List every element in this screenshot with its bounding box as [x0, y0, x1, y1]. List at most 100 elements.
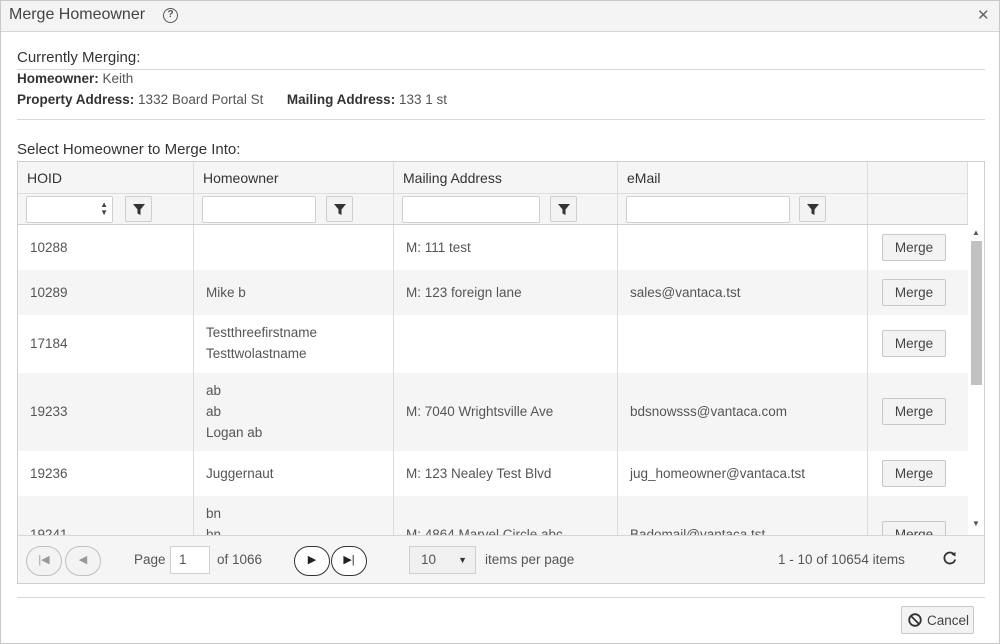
previous-page-button[interactable]: ◀ [65, 546, 101, 576]
merge-homeowner-dialog: Merge Homeowner ? ✕ Currently Merging: H… [0, 0, 1000, 644]
hoid-value: 10288 [30, 240, 68, 255]
scroll-up-icon[interactable]: ▲ [972, 228, 980, 237]
merge-button[interactable]: Merge [882, 521, 946, 535]
dropdown-caret-icon: ▼ [458, 555, 467, 565]
hoid-value: 19236 [30, 466, 68, 481]
filter-button[interactable] [550, 196, 577, 222]
column-header-hoid[interactable]: HOID [18, 162, 194, 193]
merge-button[interactable]: Merge [882, 330, 946, 357]
hoid-value: 19233 [30, 404, 68, 419]
homeowner-grid: HOID Homeowner Mailing Address eMail ▲▼ [17, 161, 985, 584]
table-row: 10289 Mike b M: 123 foreign lane sales@v… [18, 270, 968, 315]
first-page-button[interactable]: |◀ [26, 546, 62, 576]
hoid-value: 19241 [30, 527, 68, 535]
vertical-scrollbar[interactable]: ▲ ▼ [968, 225, 984, 535]
merge-button[interactable]: Merge [882, 460, 946, 487]
page-number-input[interactable]: 1 [170, 546, 210, 574]
hoid-cell: 19236 [18, 451, 194, 496]
table-row: 19233 ab ab Logan ab M: 7040 Wrightsvill… [18, 373, 968, 451]
column-header-mailing-address[interactable]: Mailing Address [394, 162, 618, 193]
merge-button[interactable]: Merge [882, 234, 946, 261]
email-cell: sales@vantaca.tst [618, 270, 868, 315]
filter-cell-actions [868, 194, 968, 224]
currently-merging-heading: Currently Merging: [17, 49, 141, 66]
mailing-cell: M: 7040 Wrightsville Ave [394, 373, 618, 451]
scrollbar-thumb[interactable] [971, 241, 982, 385]
divider [17, 597, 985, 598]
homeowner-cell: bn bn [194, 496, 394, 535]
question-circle-icon[interactable]: ? [163, 8, 178, 23]
homeowner-value: ab [206, 404, 222, 419]
table-row: 10288 M: 111 test Merge [18, 225, 968, 270]
page-size-select[interactable]: 10 ▼ [409, 546, 476, 574]
action-cell: Merge [868, 225, 968, 270]
cancel-label: Cancel [927, 613, 970, 628]
mailing-cell: M: 123 foreign lane [394, 270, 618, 315]
homeowner-value: Juggernaut [206, 466, 274, 481]
scroll-down-icon[interactable]: ▼ [972, 519, 980, 528]
action-cell: Merge [868, 270, 968, 315]
last-page-icon: ▶| [343, 554, 355, 566]
homeowner-value: Keith [102, 71, 134, 86]
page-count: of 1066 [217, 552, 263, 567]
mailing-cell: M: 111 test [394, 225, 618, 270]
hoid-value: 10289 [30, 285, 68, 300]
email-filter-input[interactable] [626, 196, 790, 223]
mailing-address-filter-input[interactable] [402, 196, 540, 223]
filter-icon [334, 204, 346, 215]
cancel-button[interactable]: Cancel [901, 606, 974, 634]
merge-button[interactable]: Merge [882, 398, 946, 425]
homeowner-value: Testtwolastname [206, 346, 307, 361]
property-address-value: 1332 Board Portal St [138, 92, 264, 107]
homeowner-value: Testthreefirstname [206, 325, 318, 340]
page-size-value: 10 [421, 552, 437, 567]
email-value: Badomail@vantaca.tst [630, 527, 766, 535]
grid-header: HOID Homeowner Mailing Address eMail [18, 162, 968, 194]
select-homeowner-heading: Select Homeowner to Merge Into: [17, 141, 241, 158]
filter-button[interactable] [326, 196, 353, 222]
column-header-email[interactable]: eMail [618, 162, 868, 193]
table-row: 19236 Juggernaut M: 123 Nealey Test Blvd… [18, 451, 968, 496]
mailing-value: M: 123 foreign lane [406, 285, 522, 300]
mailing-cell [394, 315, 618, 373]
mailing-value: M: 7040 Wrightsville Ave [406, 404, 554, 419]
homeowner-cell: Testthreefirstname Testtwolastname [194, 315, 394, 373]
property-address-label: Property Address: [17, 92, 135, 107]
numeric-spinner-icon[interactable]: ▲ ▼ [100, 201, 108, 217]
homeowner-filter-input[interactable] [202, 196, 316, 223]
homeowner-cell: Juggernaut [194, 451, 394, 496]
table-row: 17184 Testthreefirstname Testtwolastname… [18, 315, 968, 373]
email-value: bdsnowsss@vantaca.com [630, 404, 788, 419]
hoid-filter-input[interactable]: ▲ ▼ [26, 196, 113, 223]
email-cell: Badomail@vantaca.tst [618, 496, 868, 535]
column-label: Homeowner [203, 170, 279, 186]
hoid-cell: 17184 [18, 315, 194, 373]
dialog-title: Merge Homeowner [9, 6, 146, 23]
mailing-value: M: 123 Nealey Test Blvd [406, 466, 552, 481]
first-page-icon: |◀ [38, 554, 50, 566]
filter-button[interactable] [799, 196, 826, 222]
refresh-icon[interactable] [942, 550, 958, 566]
filter-cell-hoid: ▲ ▼ [18, 194, 194, 224]
pager-summary: 1 - 10 of 10654 items [778, 552, 905, 567]
homeowner-info: Homeowner: Keith [17, 71, 133, 86]
column-label: Mailing Address [403, 170, 502, 186]
items-per-page-label: items per page [485, 552, 575, 567]
previous-page-icon: ◀ [78, 554, 88, 566]
last-page-button[interactable]: ▶| [331, 546, 367, 576]
merge-button[interactable]: Merge [882, 279, 946, 306]
homeowner-cell: ab ab Logan ab [194, 373, 394, 451]
column-header-actions [868, 162, 968, 193]
action-cell: Merge [868, 373, 968, 451]
action-cell: Merge [868, 315, 968, 373]
filter-button[interactable] [125, 196, 152, 222]
column-header-homeowner[interactable]: Homeowner [194, 162, 394, 193]
filter-icon [133, 204, 145, 215]
next-page-button[interactable]: ▶ [294, 546, 330, 576]
email-cell [618, 315, 868, 373]
homeowner-label: Homeowner: [17, 71, 99, 86]
filter-icon [558, 204, 570, 215]
dialog-titlebar: Merge Homeowner ? ✕ [1, 1, 999, 32]
hoid-cell: 19233 [18, 373, 194, 451]
close-icon[interactable]: ✕ [977, 6, 990, 24]
